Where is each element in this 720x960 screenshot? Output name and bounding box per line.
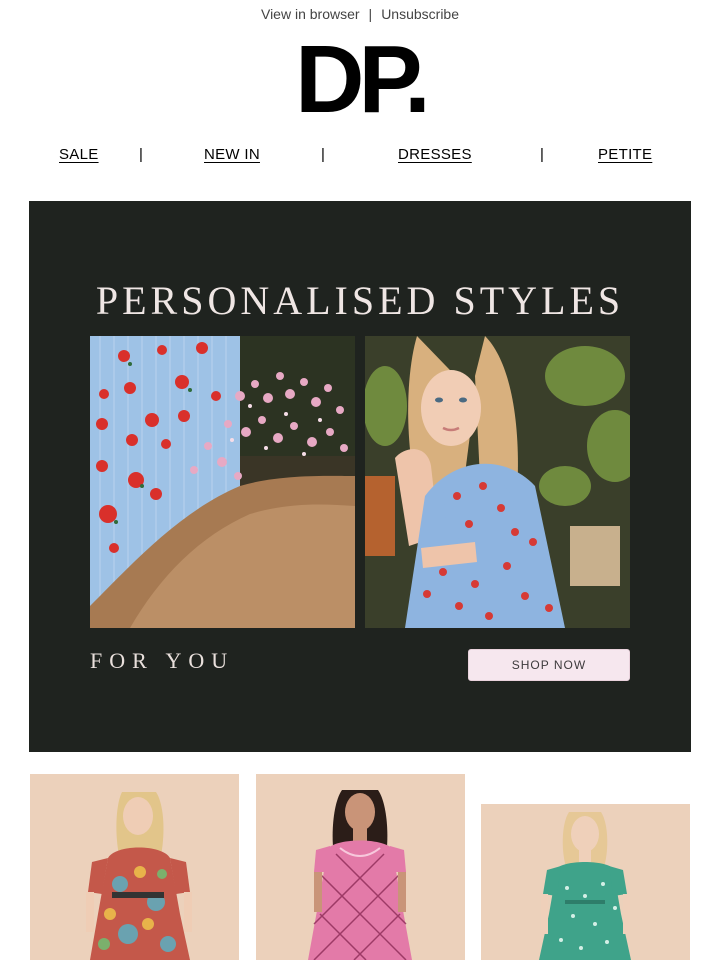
preheader-separator: | — [368, 6, 373, 22]
nav-item-dresses[interactable]: DRESSES — [398, 146, 472, 163]
product-image-green-print-dress[interactable] — [481, 804, 690, 960]
hero-subtitle: FOR YOU — [90, 648, 235, 673]
nav-item-petite[interactable]: PETITE — [598, 146, 652, 163]
product-image-floral-dress[interactable] — [30, 774, 239, 960]
product-image-pink-check-dress[interactable] — [256, 774, 465, 960]
main-nav: SALE | NEW IN | DRESSES | PETITE — [0, 146, 720, 168]
nav-item-sale[interactable]: SALE — [59, 146, 99, 163]
hero-title: PERSONALISED STYLES — [95, 278, 625, 323]
nav-separator: | — [139, 146, 143, 163]
hero-image-model — [365, 336, 630, 628]
brand-logo[interactable]: DP. — [0, 30, 720, 130]
nav-separator: | — [321, 146, 325, 163]
nav-separator: | — [540, 146, 544, 163]
preheader-links: View in browser | Unsubscribe — [0, 6, 720, 22]
view-in-browser-link[interactable]: View in browser — [261, 6, 360, 22]
shop-now-button[interactable]: SHOP NOW — [468, 649, 630, 681]
hero-image-bouquet — [90, 336, 355, 628]
hero-banner[interactable]: PERSONALISED STYLES FOR YOU SHOP NOW — [29, 201, 691, 752]
unsubscribe-link[interactable]: Unsubscribe — [381, 6, 459, 22]
nav-item-new-in[interactable]: NEW IN — [204, 146, 260, 163]
